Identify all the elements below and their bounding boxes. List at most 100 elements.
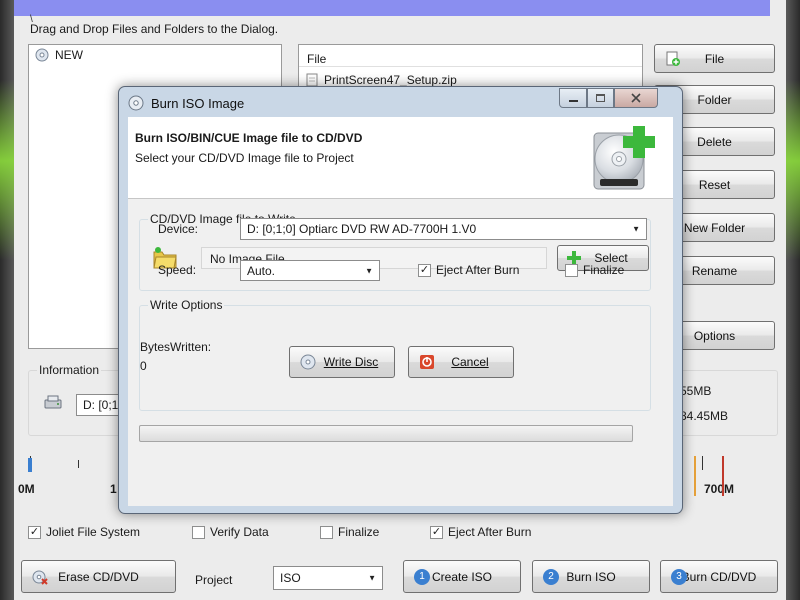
burn-iso-dialog: Burn ISO Image Burn ISO/BIN/CUE Image fi…	[118, 86, 683, 514]
burn-iso-button[interactable]: 2 Burn ISO	[532, 560, 650, 593]
device-value: D: [0;1;0] Optiarc DVD RW AD-7700H 1.V0	[247, 222, 477, 236]
dialog-titlebar[interactable]: Burn ISO Image	[119, 87, 682, 117]
window-frame-left	[0, 0, 14, 600]
info-device-value: D: [0;1	[83, 398, 119, 412]
ruler-marker-orange	[694, 456, 696, 496]
erase-disc-button[interactable]: Erase CD/DVD	[21, 560, 176, 593]
ruler-label: 1	[110, 482, 117, 496]
verify-check[interactable]	[192, 525, 205, 539]
add-file-label: File	[704, 51, 725, 66]
chevron-down-icon: ▼	[368, 573, 376, 583]
minimize-icon	[568, 100, 578, 102]
drive-icon	[44, 395, 62, 409]
write-options-group: Write Options	[139, 298, 651, 411]
drag-drop-hint: Drag and Drop Files and Folders to the D…	[30, 22, 279, 36]
speed-value: Auto.	[247, 263, 276, 278]
step-2-icon: 2	[543, 568, 559, 585]
write-options-title: Write Options	[148, 298, 225, 312]
burn-cd-dvd-button[interactable]: 3 Burn CD/DVD	[660, 560, 778, 593]
dialog-header: Burn ISO/BIN/CUE Image file to CD/DVD Se…	[128, 117, 673, 199]
minimize-button[interactable]	[559, 88, 587, 108]
tree-root-node[interactable]: NEW	[35, 48, 83, 62]
erase-disc-icon	[32, 570, 48, 585]
cd-add-graphic-icon	[593, 126, 655, 190]
dialog-finalize-label: Finalize	[583, 263, 625, 277]
dialog-title: Burn ISO Image	[151, 96, 245, 111]
write-disc-button[interactable]: Write Disc	[289, 346, 395, 378]
joliet-label: Joliet File System	[46, 525, 141, 539]
joliet-check[interactable]: ✓	[28, 525, 41, 539]
window-frame-right	[786, 0, 800, 600]
reset-label: Reset	[698, 177, 731, 192]
new-folder-label: New Folder	[683, 220, 746, 235]
create-iso-button[interactable]: 1 Create ISO	[403, 560, 521, 593]
header-title: Burn ISO/BIN/CUE Image file to CD/DVD	[135, 131, 363, 145]
eject-label: Eject After Burn	[448, 525, 532, 539]
eject-checkbox[interactable]: ✓ Eject After Burn	[430, 525, 531, 539]
maximize-icon	[596, 94, 605, 102]
dialog-eject-check[interactable]: ✓	[418, 263, 431, 277]
main-title-strip	[14, 0, 770, 16]
dialog-finalize-check[interactable]	[565, 263, 578, 277]
ruler-label: 700M	[704, 482, 735, 496]
finalize-checkbox[interactable]: Finalize	[320, 525, 379, 539]
file-icon	[306, 73, 318, 87]
ruler-tick	[78, 460, 79, 468]
file-name: PrintScreen47_Setup.zip	[324, 73, 457, 87]
burn-cd-dvd-label: Burn CD/DVD	[681, 569, 757, 584]
close-icon	[631, 93, 641, 103]
file-list-header[interactable]: File	[299, 45, 642, 67]
dialog-body: CD/DVD Image file to Write No Image File…	[128, 199, 673, 506]
erase-disc-label: Erase CD/DVD	[58, 569, 139, 584]
finalize-check[interactable]	[320, 525, 333, 539]
write-disc-label: Write Disc	[323, 355, 379, 369]
eject-check[interactable]: ✓	[430, 525, 443, 539]
dialog-finalize-checkbox[interactable]: Finalize	[565, 263, 624, 277]
speed-select[interactable]: Auto. ▼	[240, 260, 380, 281]
chevron-down-icon: ▼	[632, 224, 640, 234]
add-file-button[interactable]: File	[654, 44, 775, 73]
project-value: ISO	[280, 571, 301, 585]
write-progress-bar	[139, 425, 633, 442]
rename-label: Rename	[691, 263, 738, 278]
ruler-start-marker	[28, 458, 32, 472]
cancel-icon	[420, 355, 434, 369]
project-select[interactable]: ISO ▼	[273, 566, 383, 590]
step-3-icon: 3	[671, 568, 687, 585]
add-folder-label: Folder	[697, 92, 732, 107]
project-label: Project	[195, 573, 233, 587]
app-disc-icon	[128, 95, 144, 111]
device-select[interactable]: D: [0;1;0] Optiarc DVD RW AD-7700H 1.V0 …	[240, 218, 647, 240]
speed-label: Speed:	[158, 263, 197, 277]
burn-iso-label: Burn ISO	[566, 569, 616, 584]
delete-label: Delete	[697, 134, 732, 149]
cancel-label: Cancel	[451, 355, 489, 369]
finalize-label: Finalize	[338, 525, 380, 539]
info-size-1: 55MB	[680, 384, 712, 398]
file-column-header: File	[307, 52, 327, 66]
information-title: Information	[37, 363, 102, 377]
dialog-eject-checkbox[interactable]: ✓ Eject After Burn	[418, 263, 519, 277]
header-subtitle: Select your CD/DVD Image file to Project	[135, 151, 354, 165]
step-1-icon: 1	[414, 568, 430, 585]
cancel-button[interactable]: Cancel	[408, 346, 514, 378]
bytes-written-label: BytesWritten:	[140, 340, 212, 354]
add-file-icon	[666, 51, 680, 66]
maximize-button[interactable]	[587, 88, 614, 108]
ruler-tick	[702, 456, 703, 470]
tree-root-label: NEW	[55, 48, 83, 62]
create-iso-label: Create ISO	[431, 569, 493, 584]
device-label: Device:	[158, 222, 199, 236]
write-disc-icon	[300, 354, 316, 370]
dialog-eject-label: Eject After Burn	[436, 263, 520, 277]
ruler-label: 0M	[18, 482, 35, 496]
list-item[interactable]: PrintScreen47_Setup.zip	[305, 73, 457, 87]
joliet-checkbox[interactable]: ✓ Joliet File System	[28, 525, 140, 539]
ruler-marker-red	[722, 456, 724, 496]
info-size-2: 84.45MB	[680, 409, 729, 423]
close-button[interactable]	[614, 88, 658, 108]
verify-checkbox[interactable]: Verify Data	[192, 525, 269, 539]
chevron-down-icon: ▼	[365, 266, 373, 275]
disc-icon	[35, 48, 49, 62]
verify-label: Verify Data	[210, 525, 269, 539]
